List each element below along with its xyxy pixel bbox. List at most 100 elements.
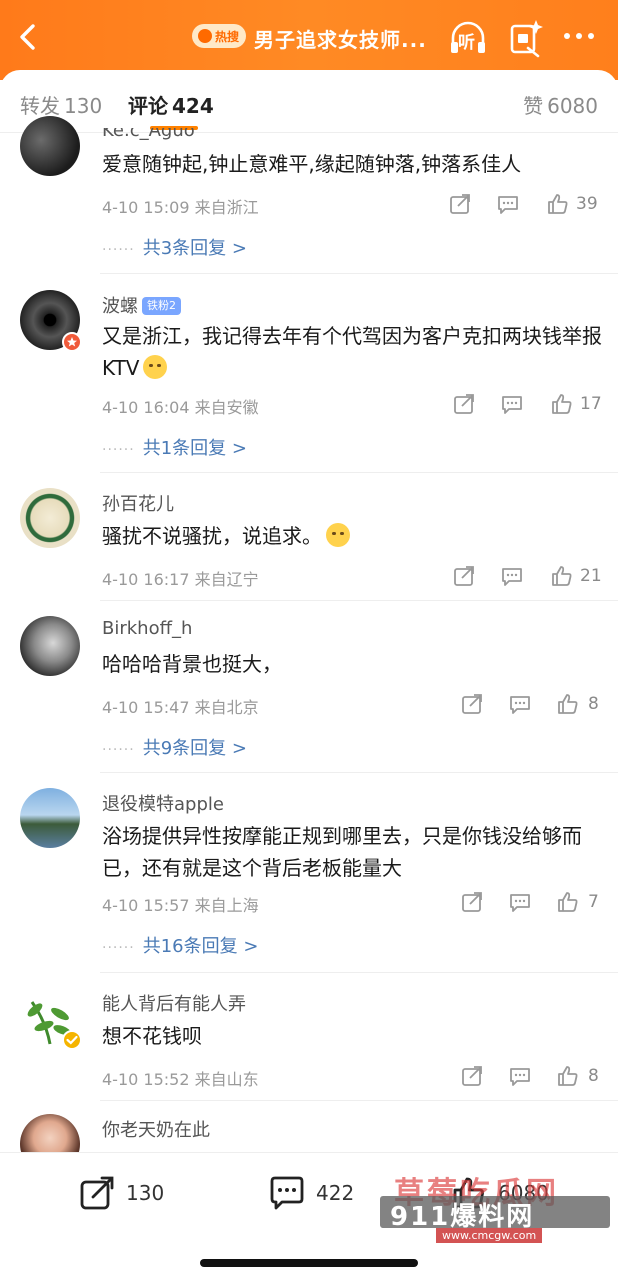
avatar[interactable] (20, 788, 80, 848)
like-count: 39 (576, 194, 598, 214)
repost-icon[interactable] (452, 392, 476, 416)
divider (100, 1100, 618, 1101)
username-text[interactable]: 波螺 (102, 296, 138, 317)
more-dot-icon (576, 33, 582, 39)
comment-text: 爱意随钟起,钟止意难平,缘起随钟落,钟落系佳人 (102, 152, 522, 176)
tab-count: 424 (172, 94, 214, 118)
comment-username[interactable]: 能人背后有能人弄 (102, 990, 246, 1016)
comment-text: 哈哈哈背景也挺大， (102, 652, 282, 676)
replies-count: 共9条回复 > (142, 738, 247, 759)
comment-actions: 8 (458, 692, 618, 718)
repost-icon[interactable] (460, 692, 484, 716)
watermark: 草莓吃瓜网 911爆料网 www.cmcgw.com (380, 1168, 610, 1248)
comment-button[interactable]: 422 (268, 1173, 354, 1213)
listen-label: 听 (458, 33, 475, 53)
avatar[interactable] (20, 616, 80, 676)
card-sparkle-icon (510, 20, 543, 58)
tab-label: 赞 (523, 94, 544, 118)
comment-icon[interactable] (500, 564, 524, 588)
comment-meta: 4-10 15:57 来自上海 (102, 892, 259, 916)
thumbs-up-icon[interactable] (546, 192, 570, 216)
comment-text: 想不花钱呗 (102, 1024, 202, 1048)
comment-meta: 4-10 15:09 来自浙江 (102, 194, 259, 218)
thumbs-up-icon[interactable] (550, 564, 574, 588)
share-card-button[interactable] (508, 18, 544, 58)
view-replies-link[interactable]: ······ 共3条回复 > (102, 234, 247, 260)
comment-icon[interactable] (508, 890, 532, 914)
comment-time: 4-10 15:57 (102, 896, 190, 915)
more-button[interactable] (564, 30, 604, 42)
view-replies-link[interactable]: ······ 共9条回复 > (102, 734, 247, 760)
watermark-url: www.cmcgw.com (436, 1228, 543, 1243)
divider (100, 273, 618, 274)
comment-time: 4-10 16:17 (102, 570, 190, 589)
thumbs-up-icon[interactable] (556, 692, 580, 716)
reply-dots: ······ (102, 442, 135, 458)
like-count: 7 (588, 892, 599, 912)
avatar[interactable] (20, 488, 80, 548)
doge-emoji-icon (143, 355, 168, 379)
repost-icon[interactable] (452, 564, 476, 588)
tab-bar: 转发 130 评论 424 赞 6080 (0, 70, 618, 132)
tab-reposts[interactable]: 转发 130 (20, 90, 102, 119)
repost-icon[interactable] (460, 1064, 484, 1088)
reply-dots: ······ (102, 242, 135, 258)
comment-text: 骚扰不说骚扰，说追求。 (102, 520, 602, 552)
home-indicator[interactable] (200, 1259, 418, 1267)
tab-likes[interactable]: 赞 6080 (523, 90, 598, 119)
divider (100, 600, 618, 601)
like-count: 8 (588, 1066, 599, 1086)
page-title[interactable]: 男子追求女技师... (254, 24, 427, 53)
replies-count: 共16条回复 > (142, 936, 259, 957)
comment-icon[interactable] (508, 1064, 532, 1088)
comment-icon[interactable] (508, 692, 532, 716)
view-replies-link[interactable]: ······ 共16条回复 > (102, 932, 258, 958)
thumbs-up-icon[interactable] (556, 1064, 580, 1088)
comment-count: 422 (316, 1181, 355, 1205)
like-count: 17 (580, 394, 602, 414)
comment-location: 来自上海 (194, 896, 259, 915)
comment-username[interactable]: Birkhoff_h (102, 618, 192, 639)
comment-location: 来自安徽 (194, 398, 259, 417)
more-dot-icon (588, 33, 594, 39)
comment-icon[interactable] (496, 192, 520, 216)
listen-button[interactable]: 听 (448, 18, 488, 58)
thumbs-up-icon[interactable] (556, 890, 580, 914)
comment-username[interactable]: 退役模特apple (102, 790, 224, 816)
comment-time: 4-10 15:52 (102, 1070, 190, 1089)
repost-icon[interactable] (448, 192, 472, 216)
comment-actions: 17 (450, 392, 610, 418)
verified-badge-icon (62, 1030, 82, 1050)
tab-count: 6080 (547, 94, 598, 118)
comment-time: 4-10 15:09 (102, 198, 190, 217)
comment-username[interactable]: 孙百花儿 (102, 490, 174, 516)
avatar[interactable] (20, 116, 80, 176)
divider (100, 472, 618, 473)
fan-level-badge: 铁粉2 (142, 297, 181, 315)
comment-text: 又是浙江，我记得去年有个代驾因为客户克扣两块钱举报KTV (102, 320, 602, 384)
comment-location: 来自辽宁 (194, 570, 259, 589)
comment-username[interactable]: 你老天奶在此 (102, 1116, 210, 1142)
comment-text: 浴场提供异性按摩能正规到哪里去，只是你钱没给够而已，还有就是这个背后老板能量大 (102, 824, 582, 880)
view-replies-link[interactable]: ······ 共1条回复 > (102, 434, 247, 460)
comment-actions: 8 (458, 1064, 618, 1090)
comment-username: 波螺 铁粉2 (102, 292, 181, 318)
comment-icon[interactable] (500, 392, 524, 416)
back-button[interactable] (14, 22, 44, 52)
comment-text-body: 又是浙江，我记得去年有个代驾因为客户克扣两块钱举报KTV (102, 324, 602, 380)
hot-search-badge[interactable]: 热搜 (192, 24, 246, 48)
comment-time: 4-10 16:04 (102, 398, 190, 417)
thumbs-up-icon[interactable] (550, 392, 574, 416)
repost-button[interactable]: 130 (78, 1173, 164, 1213)
repost-count: 130 (126, 1181, 165, 1205)
flame-icon (198, 29, 212, 43)
hot-badge-label: 热搜 (215, 29, 240, 44)
tab-count: 130 (64, 94, 103, 118)
comment-location: 来自山东 (194, 1070, 259, 1089)
divider (100, 972, 618, 973)
replies-count: 共3条回复 > (142, 238, 247, 259)
tab-comments[interactable]: 评论 424 (128, 90, 214, 119)
repost-icon[interactable] (460, 890, 484, 914)
comment-meta: 4-10 15:52 来自山东 (102, 1066, 259, 1090)
verified-badge-icon (62, 332, 82, 352)
